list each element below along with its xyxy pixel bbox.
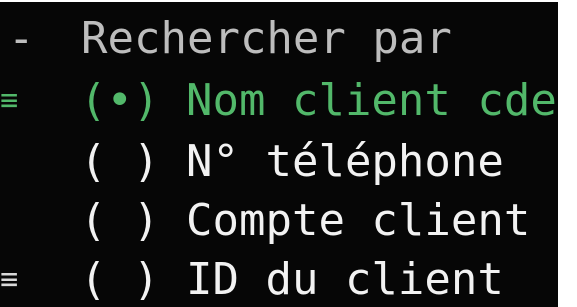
option-label: N° téléphone (186, 136, 504, 187)
drag-handle-icon[interactable]: ≡ (0, 251, 18, 307)
search-by-title: Rechercher par (81, 13, 452, 64)
radio-selected-icon[interactable]: (•) (80, 72, 159, 130)
radio-unselected-icon[interactable]: ( ) (80, 133, 159, 191)
radio-unselected-icon[interactable]: ( ) (80, 251, 159, 307)
option-label: ID du client (186, 254, 504, 305)
screen: - Rechercher par ≡ (•) Nom client cde ( … (0, 0, 577, 307)
collapse-toggle-icon[interactable]: - (8, 10, 35, 68)
search-by-panel: - Rechercher par ≡ (•) Nom client cde ( … (0, 2, 558, 307)
option-label: Nom client cde (186, 75, 557, 126)
option-nom-client-cde[interactable]: ≡ (•) Nom client cde (0, 72, 558, 130)
drag-handle-icon[interactable]: ≡ (0, 72, 18, 130)
option-label: Compte client (186, 195, 531, 246)
option-compte-client[interactable]: ( ) Compte client (0, 192, 558, 250)
search-by-header[interactable]: - Rechercher par (0, 10, 558, 68)
radio-unselected-icon[interactable]: ( ) (80, 192, 159, 250)
option-id-du-client[interactable]: ≡ ( ) ID du client (0, 251, 558, 307)
option-telephone[interactable]: ( ) N° téléphone (0, 133, 558, 191)
